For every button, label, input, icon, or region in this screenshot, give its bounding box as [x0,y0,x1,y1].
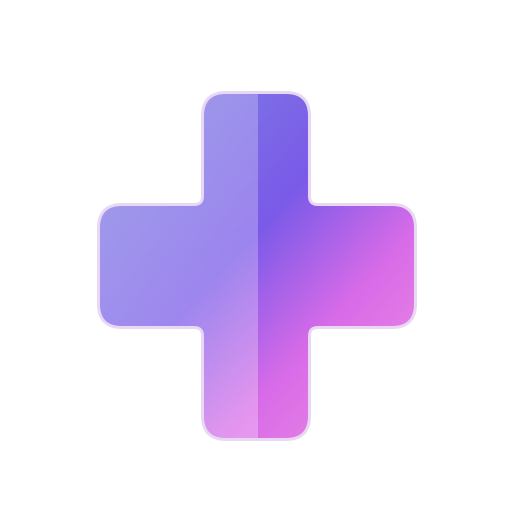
plus-icon-sheen [100,94,258,438]
plus-icon [97,91,417,441]
icon-canvas [0,0,512,512]
